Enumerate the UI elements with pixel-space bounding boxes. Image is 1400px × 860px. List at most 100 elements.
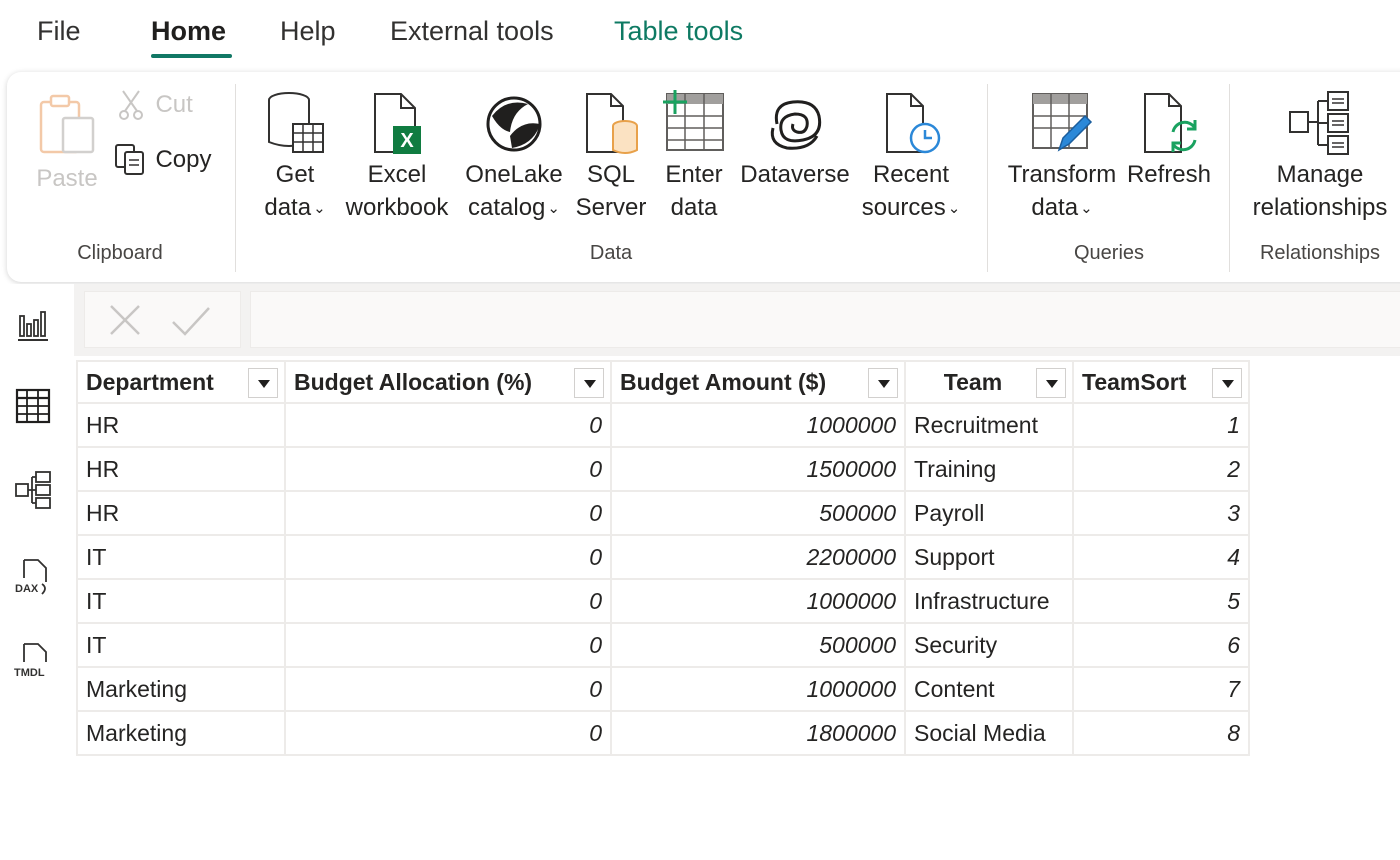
filter-dropdown-icon[interactable] bbox=[868, 368, 898, 398]
manage-relationships-button[interactable]: Manage relationships bbox=[1247, 90, 1393, 224]
table-cell[interactable]: Social Media bbox=[904, 710, 1074, 756]
table-cell[interactable]: 1000000 bbox=[610, 666, 906, 712]
table-cell[interactable]: HR bbox=[76, 446, 286, 492]
recent-sources-icon bbox=[886, 93, 941, 154]
table-cell[interactable]: Payroll bbox=[904, 490, 1074, 536]
dax-query-view-icon[interactable]: DAX bbox=[14, 556, 52, 596]
get-data-button[interactable]: Get data ⌄ bbox=[255, 90, 335, 225]
column-header-budget-allocation[interactable]: Budget Allocation (%) bbox=[284, 360, 612, 404]
table-cell[interactable]: 0 bbox=[284, 578, 612, 624]
report-view-icon[interactable] bbox=[14, 304, 52, 344]
table-row[interactable]: HR 0 500000 Payroll 3 bbox=[76, 490, 1250, 536]
table-cell[interactable]: 0 bbox=[284, 534, 612, 580]
table-cell[interactable]: Support bbox=[904, 534, 1074, 580]
table-cell[interactable]: Marketing bbox=[76, 666, 286, 712]
column-header-budget-amount[interactable]: Budget Amount ($) bbox=[610, 360, 906, 404]
table-row[interactable]: IT 0 1000000 Infrastructure 5 bbox=[76, 578, 1250, 624]
table-cell[interactable]: Marketing bbox=[76, 710, 286, 756]
table-cell[interactable]: 3 bbox=[1072, 490, 1250, 536]
table-cell[interactable]: 2 bbox=[1072, 446, 1250, 492]
filter-dropdown-icon[interactable] bbox=[1212, 368, 1242, 398]
table-cell[interactable]: 5 bbox=[1072, 578, 1250, 624]
excel-label-1: Excel bbox=[367, 161, 427, 188]
tab-external-tools[interactable]: External tools bbox=[390, 14, 554, 48]
table-cell[interactable]: 0 bbox=[284, 446, 612, 492]
tmdl-view-icon[interactable]: TMDL bbox=[14, 640, 52, 680]
chevron-down-icon: ⌄ bbox=[547, 200, 560, 217]
cut-label: Cut bbox=[155, 91, 193, 118]
cancel-formula-icon[interactable] bbox=[105, 300, 145, 340]
column-header-team[interactable]: Team bbox=[904, 360, 1074, 404]
tab-table-tools[interactable]: Table tools bbox=[614, 14, 743, 48]
formula-input[interactable] bbox=[250, 291, 1400, 348]
table-cell[interactable]: 500000 bbox=[610, 490, 906, 536]
data-group-label: Data bbox=[589, 242, 633, 264]
copy-button[interactable]: Copy bbox=[113, 142, 223, 176]
recent-label-2: sources ⌄ bbox=[861, 194, 961, 221]
table-cell[interactable]: 4 bbox=[1072, 534, 1250, 580]
table-cell[interactable]: 500000 bbox=[610, 622, 906, 668]
sql-label-2: Server bbox=[575, 194, 647, 221]
table-cell[interactable]: Training bbox=[904, 446, 1074, 492]
table-cell[interactable]: Security bbox=[904, 622, 1074, 668]
filter-dropdown-icon[interactable] bbox=[1036, 368, 1066, 398]
menu-bar: File Home Help External tools Table tool… bbox=[0, 0, 1400, 68]
enter-data-button[interactable]: Enter data bbox=[657, 90, 731, 224]
filter-dropdown-icon[interactable] bbox=[248, 368, 278, 398]
table-row[interactable]: Marketing 0 1000000 Content 7 bbox=[76, 666, 1250, 712]
table-cell[interactable]: Infrastructure bbox=[904, 578, 1074, 624]
table-cell[interactable]: 0 bbox=[284, 490, 612, 536]
clipboard-group-label: Clipboard bbox=[77, 242, 163, 264]
refresh-button[interactable]: Refresh bbox=[1123, 90, 1215, 191]
table-cell[interactable]: 6 bbox=[1072, 622, 1250, 668]
tab-file[interactable]: File bbox=[37, 14, 81, 48]
column-header-label: TeamSort bbox=[1082, 368, 1187, 395]
enter-data-label-2: data bbox=[670, 194, 718, 221]
cut-button[interactable]: Cut bbox=[117, 88, 217, 121]
filter-dropdown-icon[interactable] bbox=[574, 368, 604, 398]
table-cell[interactable]: 0 bbox=[284, 666, 612, 712]
onelake-label-1: OneLake bbox=[465, 161, 563, 188]
table-view-icon[interactable] bbox=[14, 386, 52, 426]
table-row[interactable]: HR 0 1500000 Training 2 bbox=[76, 446, 1250, 492]
table-cell[interactable]: 1800000 bbox=[610, 710, 906, 756]
column-header-teamsort[interactable]: TeamSort bbox=[1072, 360, 1250, 404]
table-row[interactable]: HR 0 1000000 Recruitment 1 bbox=[76, 402, 1250, 448]
sql-server-button[interactable]: SQL Server bbox=[575, 90, 647, 224]
column-header-department[interactable]: Department bbox=[76, 360, 286, 404]
commit-formula-icon[interactable] bbox=[169, 300, 213, 340]
table-cell[interactable]: 1000000 bbox=[610, 578, 906, 624]
svg-text:TMDL: TMDL bbox=[14, 667, 45, 679]
table-row[interactable]: IT 0 2200000 Support 4 bbox=[76, 534, 1250, 580]
table-cell[interactable]: 0 bbox=[284, 402, 612, 448]
table-cell[interactable]: 8 bbox=[1072, 710, 1250, 756]
view-rail: DAX TMDL bbox=[0, 284, 74, 860]
table-cell[interactable]: Recruitment bbox=[904, 402, 1074, 448]
table-cell[interactable]: 2200000 bbox=[610, 534, 906, 580]
table-cell[interactable]: IT bbox=[76, 578, 286, 624]
onelake-catalog-button[interactable]: OneLake catalog ⌄ bbox=[459, 90, 569, 225]
table-cell[interactable]: 0 bbox=[284, 622, 612, 668]
table-cell[interactable]: 7 bbox=[1072, 666, 1250, 712]
table-cell[interactable]: 0 bbox=[284, 710, 612, 756]
table-cell[interactable]: Content bbox=[904, 666, 1074, 712]
paste-button[interactable]: Paste bbox=[31, 92, 103, 195]
table-cell[interactable]: IT bbox=[76, 534, 286, 580]
table-cell[interactable]: 1500000 bbox=[610, 446, 906, 492]
table-cell[interactable]: 1 bbox=[1072, 402, 1250, 448]
table-row[interactable]: Marketing 0 1800000 Social Media 8 bbox=[76, 710, 1250, 756]
table-cell[interactable]: HR bbox=[76, 490, 286, 536]
manage-rel-label-1: Manage bbox=[1276, 161, 1364, 188]
transform-data-button[interactable]: Transform data ⌄ bbox=[1005, 90, 1119, 225]
dataverse-button[interactable]: Dataverse bbox=[739, 90, 851, 191]
table-cell[interactable]: HR bbox=[76, 402, 286, 448]
tab-help[interactable]: Help bbox=[280, 14, 336, 48]
table-cell[interactable]: 1000000 bbox=[610, 402, 906, 448]
table-cell[interactable]: IT bbox=[76, 622, 286, 668]
model-view-icon[interactable] bbox=[14, 470, 52, 510]
recent-sources-button[interactable]: Recent sources ⌄ bbox=[855, 90, 967, 225]
excel-workbook-button[interactable]: X Excel workbook bbox=[341, 90, 453, 224]
enter-data-label-1: Enter bbox=[665, 161, 723, 188]
table-row[interactable]: IT 0 500000 Security 6 bbox=[76, 622, 1250, 668]
tab-home[interactable]: Home bbox=[151, 14, 226, 48]
